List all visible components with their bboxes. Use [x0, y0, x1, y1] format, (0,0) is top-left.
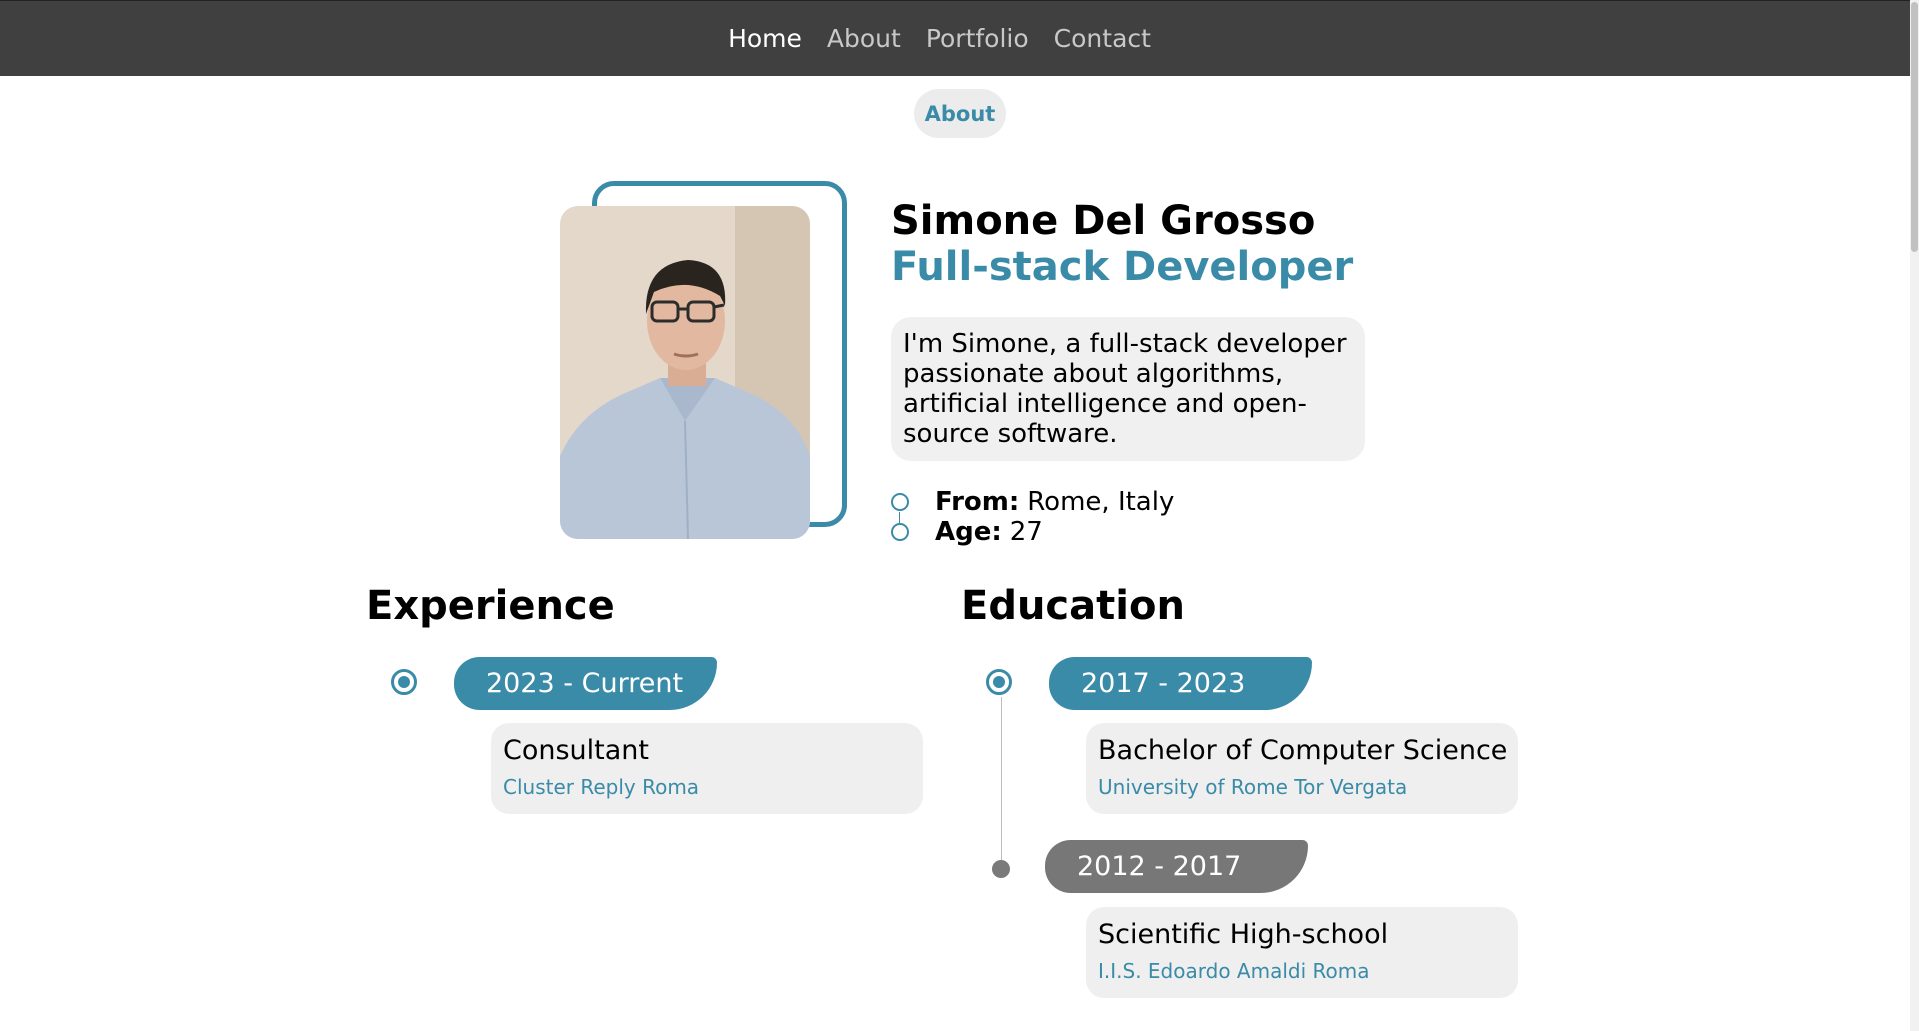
fact-age: Age: 27	[891, 517, 1043, 547]
profile-photo-illustration	[560, 206, 810, 539]
entry-organization: I.I.S. Edoardo Amaldi Roma	[1098, 959, 1370, 983]
fact-value: 27	[1009, 517, 1043, 547]
education-period-pill: 2012 - 2017	[1045, 840, 1308, 893]
fact-label: From:	[935, 487, 1020, 517]
nav-portfolio-link[interactable]: Portfolio	[926, 24, 1029, 53]
entry-title: Scientific High-school	[1098, 919, 1389, 950]
experience-heading: Experience	[366, 583, 615, 629]
entry-title: Bachelor of Computer Science	[1098, 735, 1508, 766]
scrollbar-thumb[interactable]	[1911, 2, 1918, 252]
fact-bullet-icon	[891, 493, 909, 511]
experience-period-pill: 2023 - Current	[454, 657, 717, 710]
education-heading: Education	[961, 583, 1185, 629]
education-timeline-line	[1001, 697, 1002, 869]
education-period-pill: 2017 - 2023	[1049, 657, 1312, 710]
experience-entry-card: Consultant Cluster Reply Roma	[491, 723, 923, 814]
nav-about-link[interactable]: About	[827, 24, 901, 53]
fact-bullet-icon	[891, 523, 909, 541]
profile-role: Full-stack Developer	[891, 244, 1354, 290]
entry-organization: Cluster Reply Roma	[503, 775, 700, 799]
nav-home-link[interactable]: Home	[728, 24, 802, 53]
education-entry-card: Scientific High-school I.I.S. Edoardo Am…	[1086, 907, 1518, 998]
entry-organization: University of Rome Tor Vergata	[1098, 775, 1408, 799]
top-navbar: Home About Portfolio Contact	[0, 0, 1919, 76]
fact-from: From: Rome, Italy	[891, 487, 1174, 517]
nav-contact-link[interactable]: Contact	[1054, 24, 1151, 53]
page-scrollbar[interactable]	[1910, 0, 1919, 1031]
profile-name: Simone Del Grosso	[891, 198, 1316, 244]
profile-photo	[560, 206, 810, 539]
entry-title: Consultant	[503, 735, 649, 766]
section-label-badge: About	[914, 89, 1006, 138]
timeline-past-marker	[992, 860, 1010, 878]
timeline-active-marker	[391, 669, 417, 695]
profile-bio: I'm Simone, a full-stack developer passi…	[891, 317, 1365, 461]
fact-value: Rome, Italy	[1027, 487, 1175, 517]
fact-label: Age:	[935, 517, 1002, 547]
education-entry-card: Bachelor of Computer Science University …	[1086, 723, 1518, 814]
timeline-active-marker	[986, 669, 1012, 695]
